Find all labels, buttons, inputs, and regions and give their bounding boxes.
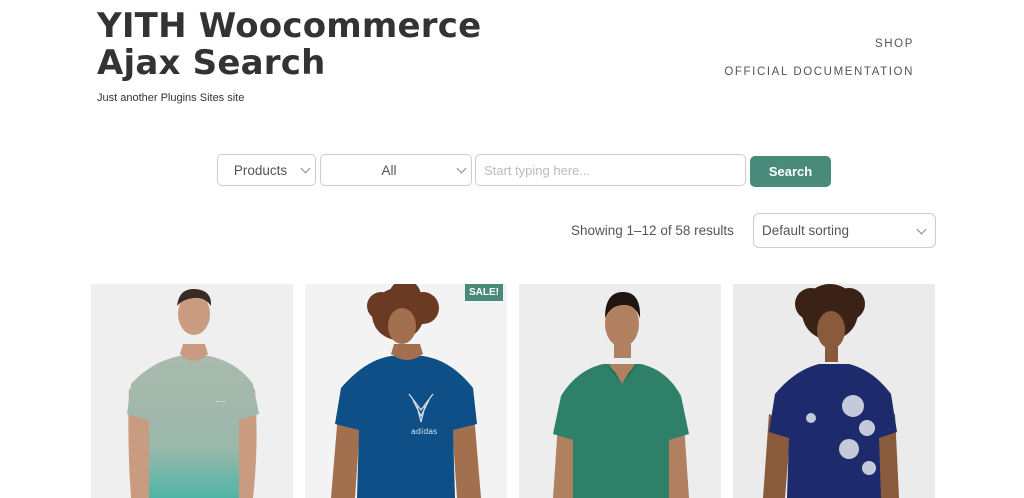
post-type-value: Products — [233, 162, 288, 178]
sorting-value: Default sorting — [762, 223, 850, 238]
svg-text:adidas: adidas — [411, 427, 437, 436]
chevron-down-icon — [300, 163, 311, 174]
product-image-4[interactable] — [733, 284, 935, 498]
category-value: All — [381, 162, 397, 178]
search-button[interactable]: Search — [750, 156, 831, 187]
chevron-down-icon — [916, 224, 927, 235]
category-select[interactable]: All — [320, 154, 472, 186]
product-card-2[interactable]: adidas SALE! — [305, 284, 507, 498]
nav-item-shop[interactable]: SHOP — [724, 37, 914, 51]
product-card-4[interactable] — [733, 284, 935, 498]
product-card-1[interactable]: ~~ — [91, 284, 293, 498]
site-title[interactable]: YITH Woocommerce Ajax Search — [97, 8, 557, 82]
sale-badge: SALE! — [465, 284, 503, 301]
product-image-2[interactable]: adidas — [305, 284, 507, 498]
product-card-3[interactable] — [519, 284, 721, 498]
result-count: Showing 1–12 of 58 results — [571, 223, 734, 238]
chevron-down-icon — [456, 163, 467, 174]
main-nav: SHOP OFFICIAL DOCUMENTATION — [724, 37, 914, 93]
svg-text:~~: ~~ — [215, 398, 227, 406]
site-tagline: Just another Plugins Sites site — [97, 92, 245, 104]
post-type-select[interactable]: Products — [217, 154, 316, 186]
product-image-3[interactable] — [519, 284, 721, 498]
nav-item-official-documentation[interactable]: OFFICIAL DOCUMENTATION — [724, 65, 914, 79]
sorting-select[interactable]: Default sorting — [753, 213, 936, 248]
search-input[interactable] — [475, 154, 746, 186]
product-image-1[interactable]: ~~ — [91, 284, 293, 498]
